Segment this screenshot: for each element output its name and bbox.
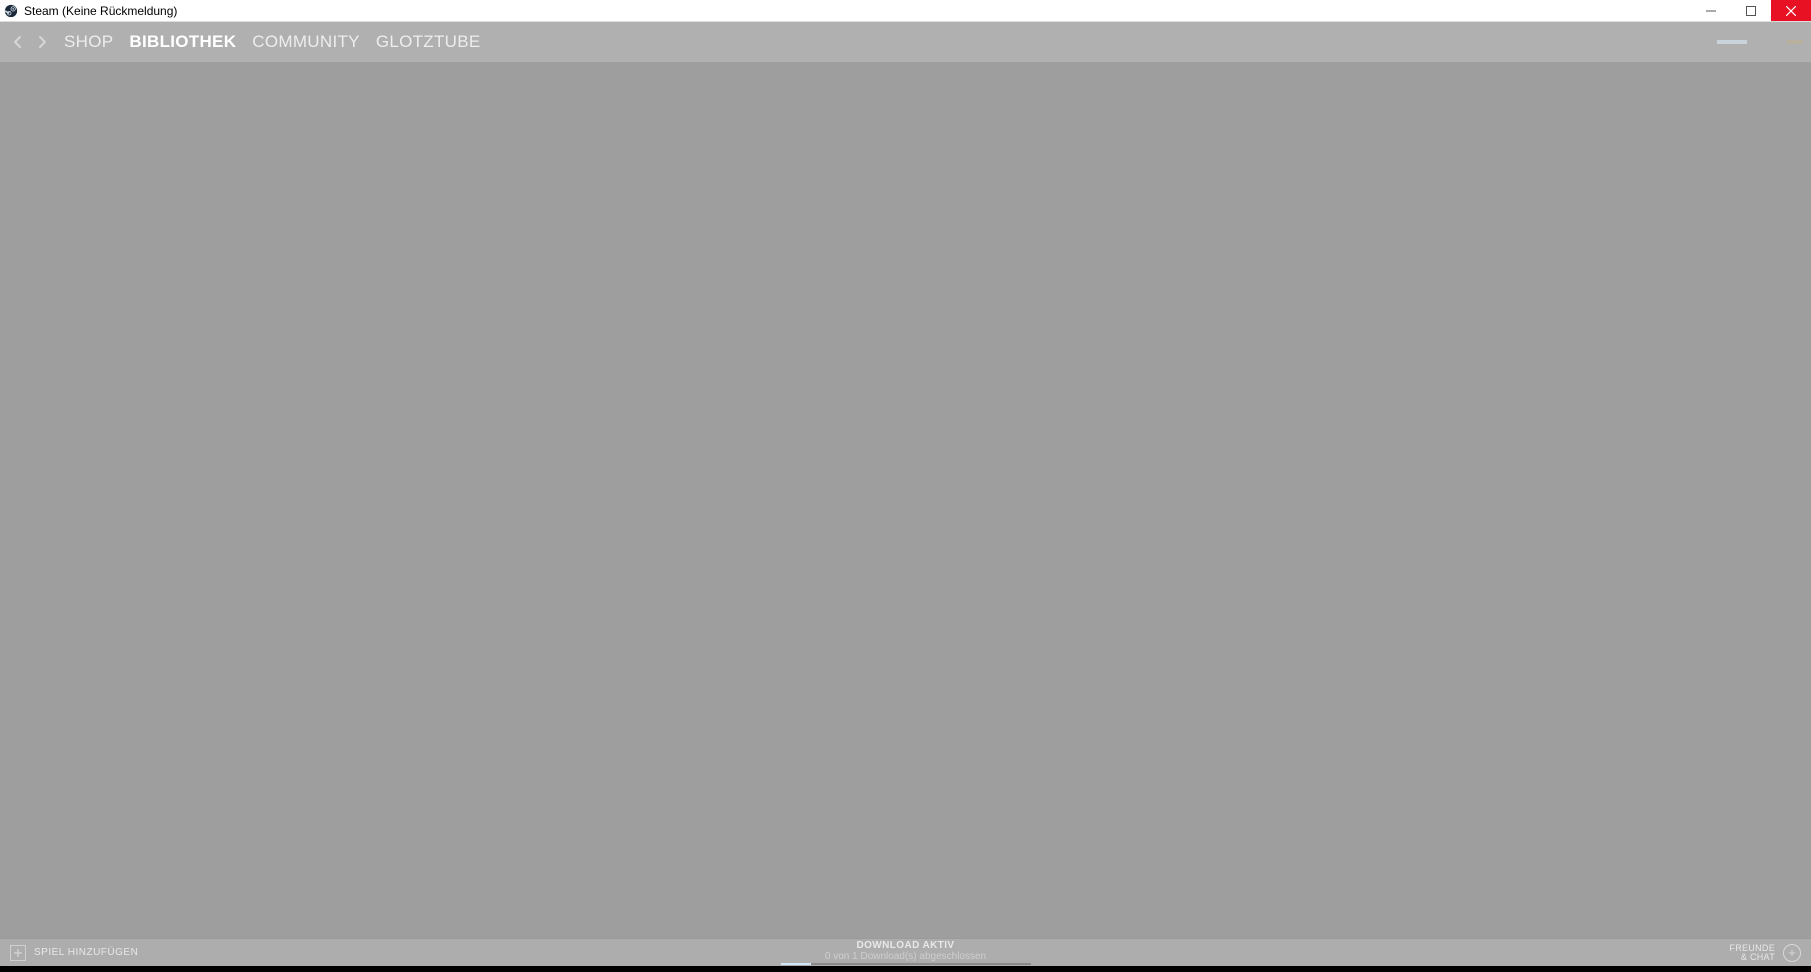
title-bar: Steam (Keine Rückmeldung) <box>0 0 1811 22</box>
download-progress-fill <box>781 963 811 965</box>
close-button[interactable] <box>1771 0 1811 21</box>
friends-chat-button[interactable]: FREUNDE & CHAT <box>1729 944 1801 962</box>
nav-items: SHOP BIBLIOTHEK COMMUNITY GLOTZTUBE <box>64 32 481 52</box>
add-game-label: SPIEL HINZUFÜGEN <box>34 947 138 958</box>
nav-right-indicators <box>1717 40 1803 44</box>
minimize-button[interactable] <box>1691 0 1731 21</box>
window-title: Steam (Keine Rückmeldung) <box>24 4 177 18</box>
indicator-b <box>1787 40 1803 44</box>
nav-community[interactable]: COMMUNITY <box>252 32 360 52</box>
download-status[interactable]: DOWNLOAD AKTIV 0 von 1 Download(s) abges… <box>781 940 1031 965</box>
main-nav: SHOP BIBLIOTHEK COMMUNITY GLOTZTUBE <box>0 22 1811 62</box>
nav-library[interactable]: BIBLIOTHEK <box>129 32 236 52</box>
plus-icon <box>10 945 26 961</box>
friends-label: FREUNDE & CHAT <box>1729 944 1775 962</box>
download-subtext: 0 von 1 Download(s) abgeschlossen <box>825 951 986 962</box>
desktop-strip <box>0 966 1811 972</box>
nav-shop[interactable]: SHOP <box>64 32 113 52</box>
add-friend-icon <box>1783 944 1801 962</box>
download-title: DOWNLOAD AKTIV <box>857 940 955 951</box>
download-progress-bar <box>781 963 1031 965</box>
nav-profile[interactable]: GLOTZTUBE <box>376 32 481 52</box>
friends-line2: & CHAT <box>1741 953 1775 962</box>
indicator-a <box>1717 40 1747 44</box>
bottom-bar: SPIEL HINZUFÜGEN DOWNLOAD AKTIV 0 von 1 … <box>0 938 1811 966</box>
main-content <box>0 62 1811 938</box>
add-game-button[interactable]: SPIEL HINZUFÜGEN <box>10 945 138 961</box>
nav-forward-button[interactable] <box>32 22 52 62</box>
maximize-button[interactable] <box>1731 0 1771 21</box>
steam-logo-icon <box>4 4 18 18</box>
titlebar-left: Steam (Keine Rückmeldung) <box>0 4 177 18</box>
window-controls <box>1691 0 1811 21</box>
nav-back-button[interactable] <box>8 22 28 62</box>
